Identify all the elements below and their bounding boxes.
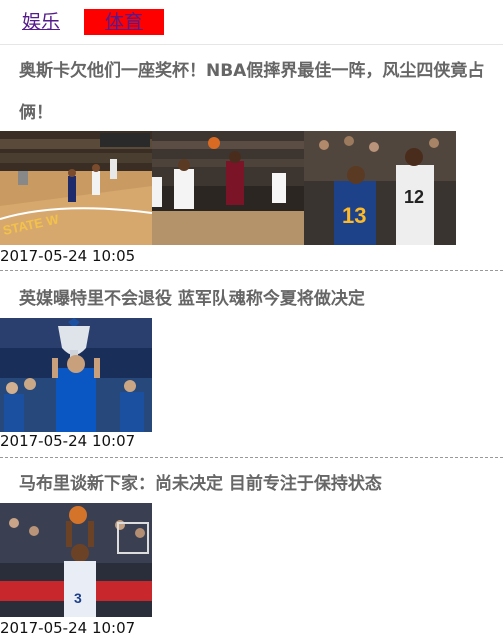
news-title[interactable]: 马布里谈新下家：尚未决定 目前专注于保持状态 <box>19 463 497 505</box>
basketball-player-thumbnail[interactable]: 3 <box>0 503 152 617</box>
news-title[interactable]: 奥斯卡欠他们一座奖杯！NBA假摔界最佳一阵，风尘四侠竟占俩！ <box>19 50 497 134</box>
news-item[interactable]: 奥斯卡欠他们一座奖杯！NBA假摔界最佳一阵，风尘四侠竟占俩！ STATE W 1… <box>0 44 503 271</box>
category-tabs: 娱乐 体育 <box>0 0 503 45</box>
publish-time: 2017-05-24 10:05 <box>0 247 136 265</box>
tab-entertainment[interactable]: 娱乐 <box>19 9 63 35</box>
basketball-court-thumbnail[interactable]: STATE W <box>0 131 152 245</box>
basketball-drive-thumbnail[interactable] <box>152 131 304 245</box>
publish-time: 2017-05-24 10:07 <box>0 619 136 637</box>
svg-text:12: 12 <box>404 187 424 207</box>
svg-text:13: 13 <box>342 203 366 228</box>
news-item[interactable]: 英媒曝特里不会退役 蓝军队魂称今夏将做决定 2017-05-24 10:07 <box>0 271 503 458</box>
publish-time: 2017-05-24 10:07 <box>0 432 136 450</box>
svg-text:3: 3 <box>74 590 82 606</box>
warriors-vs-spurs-thumbnail[interactable]: 13 12 <box>304 131 456 245</box>
tab-sports[interactable]: 体育 <box>84 9 164 35</box>
news-title[interactable]: 英媒曝特里不会退役 蓝军队魂称今夏将做决定 <box>19 278 497 320</box>
trophy-celebration-thumbnail[interactable] <box>0 318 152 432</box>
news-item[interactable]: 马布里谈新下家：尚未决定 目前专注于保持状态 3 2017-05-24 10:0… <box>0 458 503 640</box>
